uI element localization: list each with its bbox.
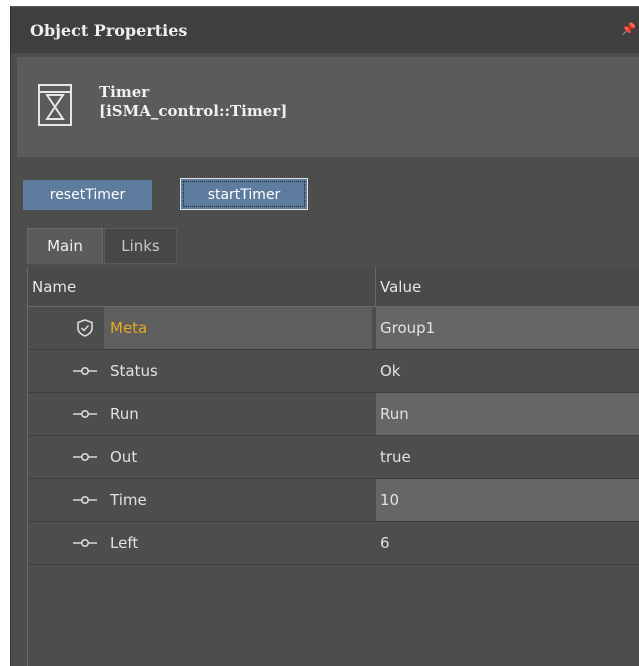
object-properties-panel: Object Properties 📌 Timer [iSMA_control:… (10, 6, 639, 666)
property-row-out[interactable]: Out true (28, 436, 639, 479)
slot-pin-icon (72, 362, 98, 380)
property-value-field[interactable]: Run (376, 393, 639, 435)
property-row-status[interactable]: Status Ok (28, 350, 639, 393)
object-title: Timer [iSMA_control::Timer] (99, 83, 287, 121)
property-value-field[interactable]: Group1 (376, 307, 639, 349)
property-name: Time (110, 491, 147, 509)
object-name: Timer (99, 83, 150, 101)
property-row-run[interactable]: Run Run (28, 393, 639, 436)
slot-pin-icon (72, 491, 98, 509)
property-name: Meta (104, 307, 372, 349)
property-value-field[interactable]: 10 (376, 479, 639, 521)
object-type: [iSMA_control::Timer] (99, 102, 288, 120)
property-value: Ok (380, 362, 401, 380)
hourglass-icon (37, 83, 73, 131)
shield-check-icon (72, 319, 98, 337)
tab-main[interactable]: Main (27, 228, 103, 264)
panel-title: Object Properties (30, 21, 188, 40)
property-value: 6 (380, 534, 390, 552)
object-header: Timer [iSMA_control::Timer] (17, 57, 639, 157)
slot-pin-icon (72, 448, 98, 466)
start-timer-button[interactable]: startTimer (180, 178, 308, 210)
property-name: Run (110, 405, 139, 423)
property-row-time[interactable]: Time 10 (28, 479, 639, 522)
column-header-value[interactable]: Value (375, 268, 639, 306)
panel-titlebar: Object Properties 📌 (11, 6, 639, 53)
tab-links[interactable]: Links (104, 228, 177, 264)
slot-pin-icon (72, 534, 98, 552)
grid-header: Name Value (28, 268, 639, 307)
column-header-name[interactable]: Name (32, 268, 76, 306)
property-name: Status (110, 362, 158, 380)
property-row-left[interactable]: Left 6 (28, 522, 639, 565)
pin-icon[interactable]: 📌 (621, 22, 636, 36)
slot-pin-icon (72, 405, 98, 423)
property-value: true (380, 448, 411, 466)
properties-grid: Name Value Meta Group1 Status Ok Run Run… (27, 268, 639, 666)
reset-timer-button[interactable]: resetTimer (23, 180, 152, 210)
property-name: Left (110, 534, 139, 552)
property-name: Out (110, 448, 138, 466)
property-row-meta[interactable]: Meta Group1 (28, 307, 639, 350)
